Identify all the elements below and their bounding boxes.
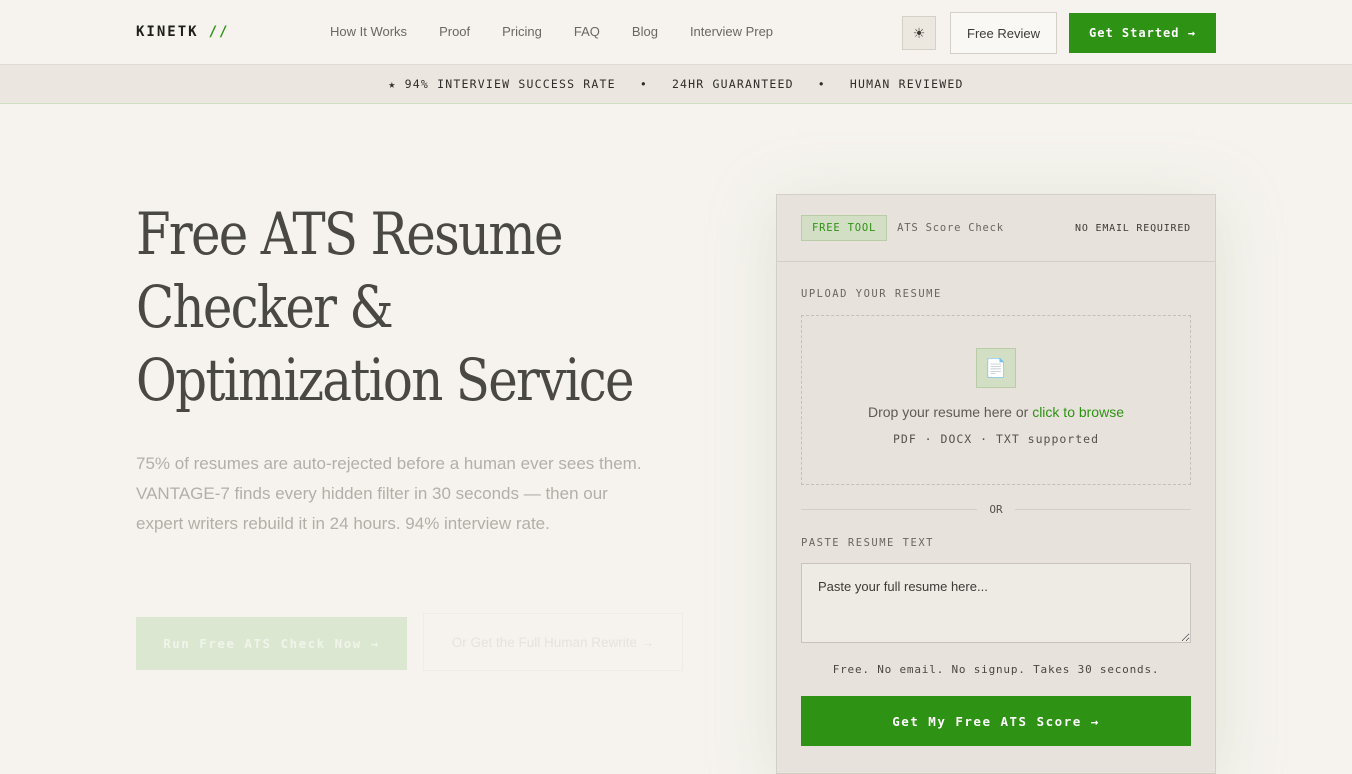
hero-title: Free ATS Resume Checker & Optimization S… [136, 200, 635, 414]
paste-label: PASTE RESUME TEXT [801, 537, 934, 549]
or-divider: OR [801, 503, 1191, 516]
tool-name: ATS Score Check [897, 222, 1004, 234]
theme-toggle-sun-icon[interactable]: ☀ [902, 16, 937, 50]
free-tool-badge: FREE TOOL [801, 215, 888, 241]
human-rewrite-button[interactable]: Or Get the Full Human Rewrite → [423, 613, 683, 671]
nav-proof[interactable]: Proof [439, 24, 470, 39]
no-email-label: NO EMAIL REQUIRED [1075, 222, 1191, 234]
banner-24hr: 24HR GUARANTEED [671, 77, 794, 91]
logo[interactable]: KINETK// [136, 24, 229, 40]
resume-text-input[interactable] [801, 563, 1191, 643]
supported-formats: PDF · DOCX · TXT supported [892, 432, 1099, 446]
get-started-button[interactable]: Get Started → [1069, 13, 1216, 53]
free-note: Free. No email. No signup. Takes 30 seco… [832, 663, 1160, 676]
banner-success-rate: ★ 94% INTERVIEW SUCCESS RATE [388, 77, 616, 91]
nav-faq[interactable]: FAQ [574, 24, 600, 39]
nav-blog[interactable]: Blog [632, 24, 658, 39]
nav-interview-prep[interactable]: Interview Prep [690, 24, 773, 39]
main-nav: How It Works Proof Pricing FAQ Blog Inte… [330, 24, 773, 39]
browse-link[interactable]: click to browse [1032, 404, 1124, 420]
banner-human-reviewed: HUMAN REVIEWED [849, 77, 964, 91]
top-nav: KINETK// How It Works Proof Pricing FAQ … [0, 0, 1352, 64]
drop-text: Drop your resume here or [868, 404, 1033, 420]
trust-banner: ★ 94% INTERVIEW SUCCESS RATE • 24HR GUAR… [0, 64, 1352, 104]
nav-pricing[interactable]: Pricing [502, 24, 542, 39]
hero-subtitle: 75% of resumes are auto-rejected before … [136, 454, 642, 533]
nav-how-it-works[interactable]: How It Works [330, 24, 407, 39]
banner-dot: • [817, 77, 826, 91]
file-icon: 📄 [976, 348, 1016, 388]
banner-dot: • [639, 77, 648, 91]
run-ats-check-button[interactable]: Run Free ATS Check Now → [136, 617, 407, 670]
upload-label: UPLOAD YOUR RESUME [801, 288, 942, 300]
ats-check-card: FREE TOOL ATS Score Check NO EMAIL REQUI… [776, 194, 1216, 774]
free-review-button[interactable]: Free Review [950, 12, 1057, 54]
resume-dropzone[interactable]: 📄 Drop your resume here or click to brow… [801, 315, 1191, 485]
get-ats-score-button[interactable]: Get My Free ATS Score → [801, 696, 1191, 746]
